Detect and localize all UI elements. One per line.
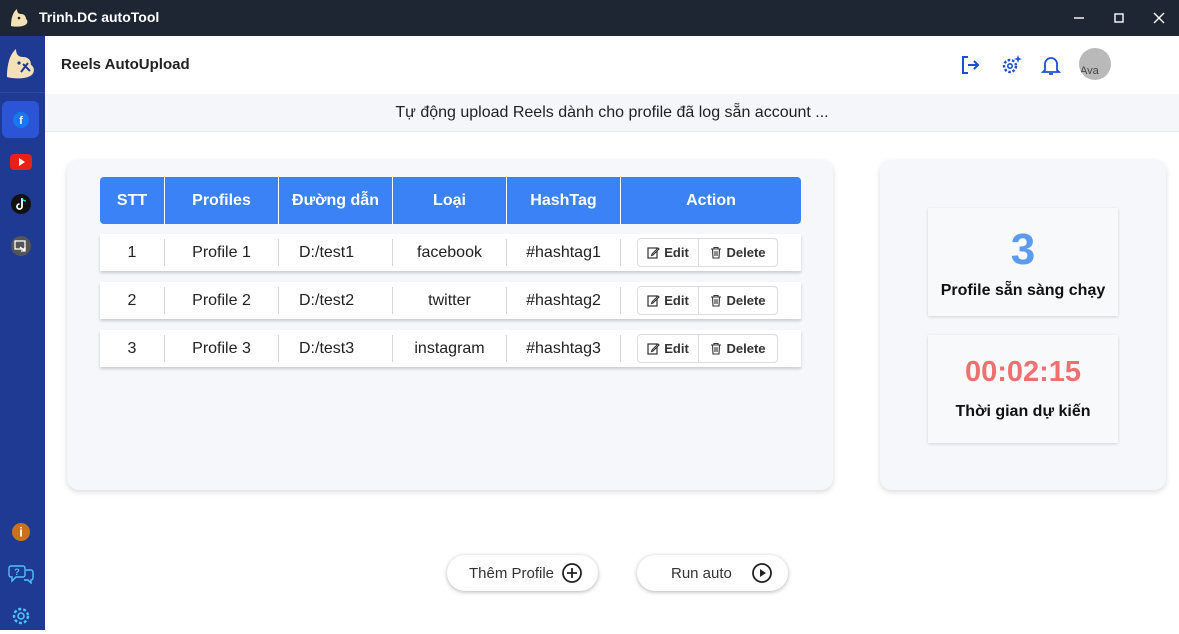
cell-path: D:/test3 (299, 339, 355, 357)
cell-profile: Profile 2 (192, 291, 251, 309)
page-title: Reels AutoUpload (61, 56, 190, 73)
help-chat-icon: ? (7, 564, 34, 584)
sidebar-item-facebook[interactable]: f (2, 101, 39, 138)
column-header-hashtag: HashTag (530, 191, 597, 209)
play-circle-icon (752, 563, 772, 583)
cell-hashtag: #hashtag3 (526, 339, 601, 357)
delete-button[interactable]: Delete (699, 335, 777, 362)
column-header-profiles: Profiles (192, 191, 251, 209)
sidebar-item-screen[interactable] (2, 227, 39, 264)
estimated-time-value: 00:02:15 (964, 356, 1082, 388)
minimize-icon (1074, 17, 1084, 19)
cell-stt: 2 (127, 291, 137, 309)
sidebar-item-youtube[interactable] (2, 143, 39, 180)
estimated-time-card: 00:02:15 Thời gian dự kiến (928, 335, 1118, 443)
close-icon (1153, 12, 1165, 24)
youtube-icon (9, 153, 32, 170)
tiktok-icon (10, 193, 31, 214)
cell-type: instagram (414, 339, 485, 357)
sidebar-item-tiktok[interactable] (2, 185, 39, 222)
cell-hashtag: #hashtag1 (526, 243, 601, 261)
brand-logo-icon (7, 49, 34, 79)
window-titlebar: Trinh.DC autoTool (0, 0, 1179, 36)
edit-icon (647, 295, 660, 307)
facebook-icon: f (12, 111, 29, 128)
delete-button[interactable]: Delete (699, 239, 777, 266)
logout-button[interactable] (958, 53, 982, 77)
cell-type: twitter (428, 291, 471, 309)
bell-icon (1041, 57, 1061, 75)
logout-icon (962, 56, 980, 74)
column-header-type: Loại (433, 191, 466, 209)
settings-icon (12, 607, 29, 624)
column-header-path: Đường dẫn (292, 191, 379, 209)
settings-sparkle-button[interactable] (999, 53, 1023, 77)
maximize-icon (1114, 13, 1124, 23)
edit-label: Edit (664, 341, 689, 356)
table-row: 2 Profile 2 D:/test2 twitter #hashtag2 E… (100, 282, 801, 319)
plus-circle-icon (562, 563, 582, 583)
ready-profiles-label: Profile sẵn sàng chạy (940, 282, 1106, 299)
cell-path: D:/test2 (299, 291, 355, 309)
edit-button[interactable]: Edit (638, 287, 699, 314)
edit-icon (647, 343, 660, 355)
ready-profiles-card: 3 Profile sẵn sàng chạy (928, 208, 1118, 316)
table-row: 3 Profile 3 D:/test3 instagram #hashtag3… (100, 330, 801, 367)
settings-sparkle-icon (1002, 55, 1022, 74)
sidebar-item-help[interactable]: ? (2, 555, 39, 592)
svg-text:f: f (19, 115, 23, 127)
sidebar-item-settings[interactable] (2, 597, 39, 634)
description-banner: Tự động upload Reels dành cho profile đã… (45, 94, 1179, 132)
avatar-alt-text: Ava (1080, 65, 1099, 77)
profiles-table-panel: STT Profiles Đường dẫn Loại HashTag Acti… (67, 160, 833, 490)
delete-label: Delete (726, 341, 766, 356)
cell-profile: Profile 1 (192, 243, 251, 261)
trash-icon (711, 342, 722, 355)
avatar[interactable]: Ava (1079, 48, 1111, 80)
add-profile-button[interactable]: Thêm Profile (447, 555, 598, 591)
trash-icon (711, 246, 722, 259)
delete-button[interactable]: Delete (699, 287, 777, 314)
svg-text:?: ? (14, 567, 20, 577)
cell-stt: 1 (127, 243, 137, 261)
stats-panel: 3 Profile sẵn sàng chạy 00:02:15 Thời gi… (880, 160, 1166, 490)
row-actions: Edit Delete (637, 334, 778, 363)
delete-label: Delete (726, 293, 766, 308)
run-auto-label: Run auto (671, 565, 732, 582)
table-row: 1 Profile 1 D:/test1 facebook #hashtag1 … (100, 234, 801, 271)
estimated-time-label: Thời gian dự kiến (955, 403, 1091, 420)
table-header: STT Profiles Đường dẫn Loại HashTag Acti… (100, 177, 801, 224)
description-text: Tự động upload Reels dành cho profile đã… (395, 104, 829, 121)
add-profile-label: Thêm Profile (469, 565, 555, 582)
delete-label: Delete (726, 245, 766, 260)
edit-label: Edit (664, 293, 689, 308)
cell-path: D:/test1 (299, 243, 355, 261)
sidebar-item-info[interactable]: i (2, 513, 39, 550)
app-title: Trinh.DC autoTool (39, 9, 160, 25)
sidebar: f i ? (0, 36, 45, 630)
info-icon: i (11, 522, 30, 541)
ready-profiles-count: 3 (1010, 225, 1036, 274)
app-logo-icon (11, 9, 28, 27)
row-actions: Edit Delete (637, 286, 778, 315)
edit-icon (647, 247, 660, 259)
edit-button[interactable]: Edit (638, 239, 699, 266)
cell-stt: 3 (127, 339, 137, 357)
edit-button[interactable]: Edit (638, 335, 699, 362)
cell-type: facebook (417, 243, 482, 261)
close-button[interactable] (1136, 0, 1179, 36)
cell-hashtag: #hashtag2 (526, 291, 601, 309)
notification-button[interactable] (1039, 53, 1063, 77)
svg-text:i: i (19, 524, 23, 539)
edit-label: Edit (664, 245, 689, 260)
row-actions: Edit Delete (637, 238, 778, 267)
column-header-action: Action (686, 191, 736, 209)
run-auto-button[interactable]: Run auto (637, 555, 788, 591)
screen-record-icon (10, 235, 31, 256)
column-header-stt: STT (116, 191, 148, 209)
page-header: Reels AutoUpload Ava (45, 36, 1179, 94)
sidebar-divider (0, 92, 45, 93)
trash-icon (711, 294, 722, 307)
cell-profile: Profile 3 (192, 339, 251, 357)
